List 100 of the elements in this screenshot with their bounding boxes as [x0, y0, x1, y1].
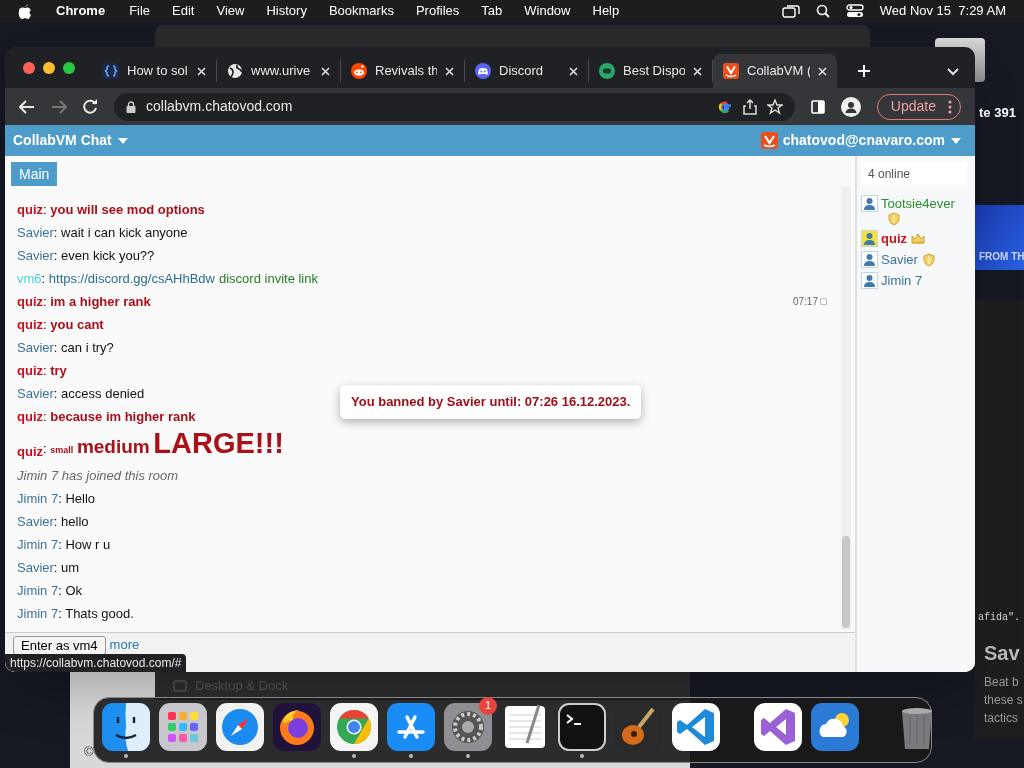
- author-name[interactable]: Savier: [17, 337, 54, 358]
- author-name[interactable]: Savier: [17, 222, 54, 243]
- controller-icon: [475, 63, 491, 79]
- maximize-button[interactable]: [63, 61, 75, 74]
- profile-icon[interactable]: [840, 96, 861, 117]
- background-text: these s: [984, 692, 1023, 709]
- author-name[interactable]: Savier: [17, 383, 54, 404]
- minimize-button[interactable]: [43, 61, 55, 74]
- close-icon[interactable]: [445, 66, 454, 76]
- message-text: : hello: [53, 512, 89, 531]
- flame-globe-icon[interactable]: [273, 702, 321, 751]
- author-name[interactable]: quiz: [17, 441, 43, 461]
- author-name[interactable]: quiz: [17, 406, 43, 427]
- message-text: : Hello: [58, 489, 96, 508]
- bracket-icon: [103, 63, 119, 79]
- menu-item[interactable]: Edit: [172, 1, 195, 21]
- user-name[interactable]: quiz: [881, 230, 907, 247]
- menu-item[interactable]: File: [129, 1, 151, 21]
- infinity-ribbon-icon[interactable]: [754, 702, 802, 751]
- cloud-sun-icon[interactable]: [811, 702, 859, 751]
- reload-icon[interactable]: [83, 99, 98, 114]
- apple-icon[interactable]: [18, 3, 32, 19]
- scrollbar[interactable]: [841, 186, 851, 630]
- background-text: te 391: [979, 104, 1016, 122]
- browser-tab[interactable]: How to sol: [93, 60, 217, 82]
- close-icon[interactable]: [693, 66, 702, 76]
- author-name[interactable]: Savier: [17, 557, 54, 578]
- menu-item[interactable]: Profiles: [415, 1, 460, 21]
- forward-arrow-icon[interactable]: [51, 99, 67, 114]
- menu-item[interactable]: View: [216, 1, 245, 21]
- user-name[interactable]: Jimin 7: [881, 272, 923, 289]
- banner-text: FROM TH: [978, 250, 1024, 264]
- caret-icon: [117, 137, 128, 144]
- menu-item[interactable]: Help: [592, 1, 620, 21]
- separator-text: :: [41, 269, 47, 288]
- menu-item[interactable]: Bookmarks: [328, 1, 394, 21]
- app-menu[interactable]: Chrome: [56, 1, 106, 21]
- clock[interactable]: Wed Nov 15 7:29 AM: [879, 1, 1006, 21]
- message-text: discord invite link: [219, 269, 318, 288]
- sidebar-icon[interactable]: [810, 99, 825, 114]
- logo-icon: [760, 132, 778, 149]
- multicolor-ring-icon[interactable]: [716, 98, 733, 115]
- author-name[interactable]: Savier: [17, 511, 54, 532]
- code-text: afida".: [978, 611, 1020, 625]
- author-name[interactable]: quiz: [17, 314, 43, 335]
- share-icon[interactable]: [742, 98, 757, 115]
- room-tab[interactable]: Main: [11, 162, 58, 186]
- address-bar[interactable]: collabvm.chatovod.com: [114, 92, 795, 121]
- author-name[interactable]: quiz: [17, 360, 43, 381]
- chat-title-menu[interactable]: CollabVM Chat: [13, 130, 128, 151]
- chevron-icon[interactable]: [947, 68, 959, 76]
- gear-icon[interactable]: [444, 702, 492, 751]
- close-button[interactable]: [23, 61, 35, 74]
- user-name[interactable]: Tootsie4ever: [881, 195, 955, 212]
- close-icon[interactable]: [818, 66, 827, 76]
- account-menu[interactable]: chatovod@cnavaro.com: [782, 130, 961, 151]
- app-grid-icon[interactable]: [159, 702, 207, 751]
- message-text: : try: [43, 361, 67, 380]
- message-text: : Ok: [58, 581, 83, 600]
- compass-icon[interactable]: [216, 702, 264, 751]
- search-icon[interactable]: [815, 4, 830, 18]
- back-arrow-icon[interactable]: [19, 99, 35, 114]
- control-center-icon[interactable]: [845, 4, 864, 18]
- close-icon[interactable]: [197, 66, 206, 76]
- browser-tab[interactable]: Revivals th: [341, 60, 465, 82]
- message-link[interactable]: https://discord.gg/csAHhBdw: [48, 268, 215, 289]
- more-link[interactable]: more: [109, 637, 140, 653]
- browser-tab[interactable]: Discord: [465, 60, 589, 82]
- background-text: tactics: [984, 710, 1019, 727]
- menu-item[interactable]: Tab: [481, 1, 503, 21]
- close-icon[interactable]: [321, 66, 330, 76]
- menu-item[interactable]: Window: [524, 1, 571, 21]
- terminal-icon[interactable]: [558, 702, 606, 751]
- star-icon[interactable]: [766, 98, 783, 115]
- enter-button[interactable]: Enter as vm4: [13, 636, 106, 655]
- tab-title: How to sol: [127, 62, 189, 81]
- browser-tab[interactable]: Best Dispo: [589, 60, 713, 82]
- crown-icon: [911, 231, 925, 246]
- message-text: : um: [53, 558, 80, 577]
- ribbon-icon[interactable]: [672, 702, 720, 751]
- plus-icon[interactable]: [857, 64, 871, 78]
- message-text: : because im higher rank: [43, 407, 196, 426]
- message-text: : Thats good.: [58, 604, 134, 623]
- author-name[interactable]: quiz: [17, 199, 43, 220]
- logo-icon: [723, 63, 739, 79]
- close-icon[interactable]: [569, 66, 578, 76]
- online-count: 4 online: [861, 162, 967, 185]
- globe-icon: [227, 63, 243, 79]
- message-text: : small medium LARGE!!!: [43, 427, 284, 461]
- kebab-icon[interactable]: [948, 99, 952, 114]
- menu-item[interactable]: History: [266, 1, 307, 21]
- window-stack-icon[interactable]: [781, 4, 800, 18]
- tab-title: Discord: [499, 62, 545, 81]
- two-tone-tile-icon[interactable]: [102, 702, 150, 751]
- author-name[interactable]: Savier: [17, 245, 54, 266]
- browser-tab[interactable]: www.urive: [217, 60, 341, 82]
- shield-icon: [921, 252, 936, 267]
- user-name[interactable]: Savier: [881, 251, 918, 268]
- author-name[interactable]: quiz: [17, 291, 43, 312]
- triangle-strokes-icon[interactable]: [387, 702, 435, 751]
